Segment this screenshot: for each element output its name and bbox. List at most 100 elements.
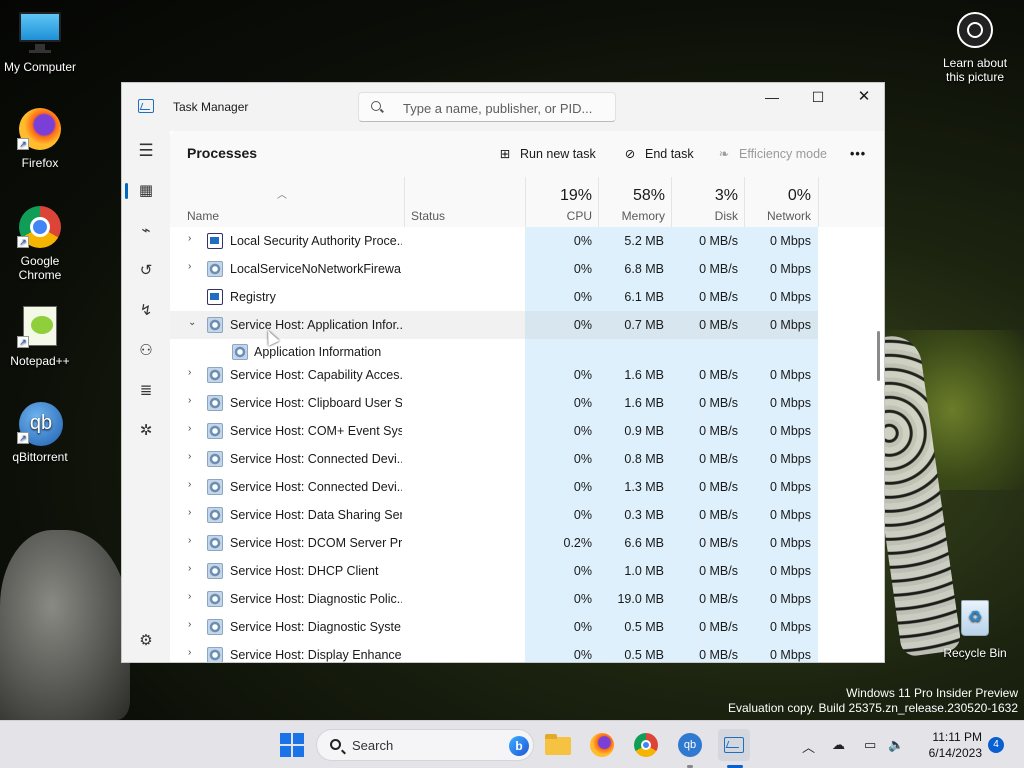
process-name: Service Host: Connected Devi... — [230, 480, 402, 494]
expand-chevron-icon[interactable]: › — [188, 479, 198, 493]
nav-startup-apps-icon[interactable]: ↯ — [132, 297, 160, 325]
process-row[interactable]: › Service Host: DHCP Client 0% 1.0 MB 0 MB/s… — [170, 557, 818, 585]
process-network: 0 Mbps — [770, 262, 811, 276]
search-input[interactable] — [403, 99, 608, 117]
column-header-memory[interactable]: Memory — [603, 209, 665, 223]
process-cpu: 0.2% — [563, 536, 593, 550]
process-disk: 0 MB/s — [699, 452, 738, 466]
nav-services-icon[interactable]: ✲ — [132, 417, 160, 445]
task-manager-taskbar-icon[interactable] — [718, 729, 750, 761]
process-cpu: 0% — [573, 290, 592, 304]
hamburger-menu-icon[interactable]: ☰ — [132, 137, 160, 165]
process-row[interactable]: › Service Host: Connected Devi... 0% 0.8 MB… — [170, 445, 818, 473]
process-row[interactable]: › Service Host: Diagnostic Syste... 0% 0.5 … — [170, 613, 818, 641]
column-divider — [671, 177, 672, 227]
process-row[interactable]: Registry 0% 6.1 MB 0 MB/s 0 Mbps — [170, 283, 818, 311]
taskbar-search[interactable]: Search b — [316, 729, 534, 761]
efficiency-mode-button[interactable]: ❧ Efficiency mode — [715, 143, 827, 165]
leaf-icon: ❧ — [718, 147, 730, 161]
desktop-icon-my-computer[interactable]: My Computer — [0, 10, 80, 74]
column-header-cpu[interactable]: CPU — [530, 209, 592, 223]
process-row[interactable]: › LocalServiceNoNetworkFirewa... 0% 6.8 MB 0… — [170, 255, 818, 283]
expand-chevron-icon[interactable]: › — [188, 563, 198, 577]
bing-icon[interactable]: b — [509, 736, 529, 756]
column-header-network[interactable]: Network — [749, 209, 811, 223]
column-header-name[interactable]: Name — [187, 209, 219, 223]
expand-chevron-icon[interactable]: › — [188, 451, 198, 465]
process-list: › Local Security Authority Proce... 0% 5.2 … — [170, 227, 884, 662]
close-button[interactable]: ✕ — [841, 83, 884, 115]
file-explorer-icon[interactable] — [542, 729, 574, 761]
process-row[interactable]: › Local Security Authority Proce... 0% 5.2 … — [170, 227, 818, 255]
desktop-icon-notepad-plus-plus[interactable]: ↗ Notepad++ — [0, 304, 80, 368]
process-network: 0 Mbps — [770, 424, 811, 438]
volume-icon[interactable]: 🔈 — [888, 737, 904, 753]
run-task-icon: ⊞ — [499, 147, 511, 161]
start-button[interactable] — [276, 729, 308, 761]
system-clock[interactable]: 11:11 PM 6/14/2023 — [910, 729, 990, 761]
process-name: Application Information — [254, 345, 382, 359]
expand-chevron-icon[interactable]: › — [188, 619, 198, 633]
expand-chevron-icon[interactable]: › — [188, 423, 198, 437]
nav-details-icon[interactable]: ≣ — [132, 377, 160, 405]
window-title: Task Manager — [173, 100, 249, 114]
chrome-taskbar-icon[interactable] — [630, 729, 662, 761]
process-name: Service Host: COM+ Event Sys... — [230, 424, 402, 438]
process-disk: 0 MB/s — [699, 648, 738, 662]
more-options-button[interactable]: ••• — [850, 143, 866, 165]
network-icon[interactable]: ▭ — [864, 737, 876, 753]
desktop-icon-firefox[interactable]: ↗ Firefox — [0, 106, 80, 170]
notification-badge[interactable]: 4 — [988, 737, 1004, 753]
expand-chevron-icon[interactable]: › — [188, 367, 198, 381]
process-row[interactable]: › Service Host: DCOM Server Pr... 0.2% 6.6 … — [170, 529, 818, 557]
process-row[interactable]: › Service Host: Display Enhance... 0% 0.5 M… — [170, 641, 818, 662]
desktop-icon-qbittorrent[interactable]: qb ↗ qBittorrent — [0, 400, 80, 464]
process-name: Service Host: Connected Devi... — [230, 452, 402, 466]
title-bar[interactable]: Task Manager — ☐ ✕ — [122, 83, 884, 131]
desktop-icon-recycle-bin[interactable]: ♻ Recycle Bin — [936, 596, 1014, 660]
process-network: 0 Mbps — [770, 396, 811, 410]
process-search-box[interactable] — [358, 92, 616, 122]
nav-performance-icon[interactable]: ⌁ — [132, 217, 160, 245]
process-row[interactable]: › Service Host: Capability Acces... 0% 1.6 … — [170, 361, 818, 389]
vertical-scrollbar[interactable] — [877, 331, 880, 381]
expand-chevron-icon[interactable]: › — [188, 591, 198, 605]
process-row[interactable]: › Service Host: Data Sharing Ser... 0% 0.3 … — [170, 501, 818, 529]
end-task-button[interactable]: ⊘ End task — [621, 143, 694, 165]
watermark-edition: Windows 11 Pro Insider Preview — [846, 686, 1018, 700]
service-gear-icon — [207, 591, 223, 607]
process-memory: 0.8 MB — [624, 452, 664, 466]
process-memory: 0.7 MB — [624, 318, 664, 332]
expand-chevron-icon[interactable]: › — [188, 507, 198, 521]
process-cpu: 0% — [573, 396, 592, 410]
nav-app-history-icon[interactable]: ↺ — [132, 257, 160, 285]
onedrive-icon[interactable]: ☁ — [832, 737, 845, 753]
expand-chevron-icon[interactable]: › — [188, 535, 198, 549]
service-gear-icon — [207, 423, 223, 439]
expand-chevron-icon[interactable]: › — [188, 395, 198, 409]
column-header-disk[interactable]: Disk — [676, 209, 738, 223]
nav-users-icon[interactable]: ⚇ — [132, 337, 160, 365]
minimize-button[interactable]: — — [749, 83, 795, 115]
learn-about-picture[interactable]: Learn about this picture — [938, 12, 1012, 84]
expand-chevron-icon[interactable]: › — [188, 233, 198, 247]
run-new-task-button[interactable]: ⊞ Run new task — [496, 143, 596, 165]
service-gear-icon — [207, 619, 223, 635]
process-row[interactable]: › Service Host: Clipboard User S... 0% 1.6 … — [170, 389, 818, 417]
process-row[interactable]: › Service Host: COM+ Event Sys... 0% 0.9 MB… — [170, 417, 818, 445]
maximize-button[interactable]: ☐ — [795, 83, 841, 115]
process-row[interactable]: › Service Host: Connected Devi... 0% 1.3 MB… — [170, 473, 818, 501]
desktop-icon-label: Firefox — [21, 156, 59, 170]
show-hidden-icons-button[interactable]: ︿ — [802, 737, 815, 756]
desktop-icon-google-chrome[interactable]: ↗ Google Chrome — [0, 204, 80, 282]
column-header-status[interactable]: Status — [411, 209, 445, 223]
process-row[interactable]: › Service Host: Diagnostic Polic... 0% 19.0… — [170, 585, 818, 613]
qbittorrent-taskbar-icon[interactable]: qb — [674, 729, 706, 761]
firefox-taskbar-icon[interactable] — [586, 729, 618, 761]
expand-chevron-icon[interactable]: › — [188, 261, 198, 275]
nav-settings-icon[interactable]: ⚙ — [132, 627, 160, 655]
expand-chevron-icon[interactable]: › — [188, 647, 198, 661]
nav-processes-icon[interactable]: ▦ — [132, 177, 160, 205]
collapse-chevron-icon[interactable]: ⌄ — [188, 317, 198, 331]
process-name: Service Host: DHCP Client — [230, 564, 379, 578]
